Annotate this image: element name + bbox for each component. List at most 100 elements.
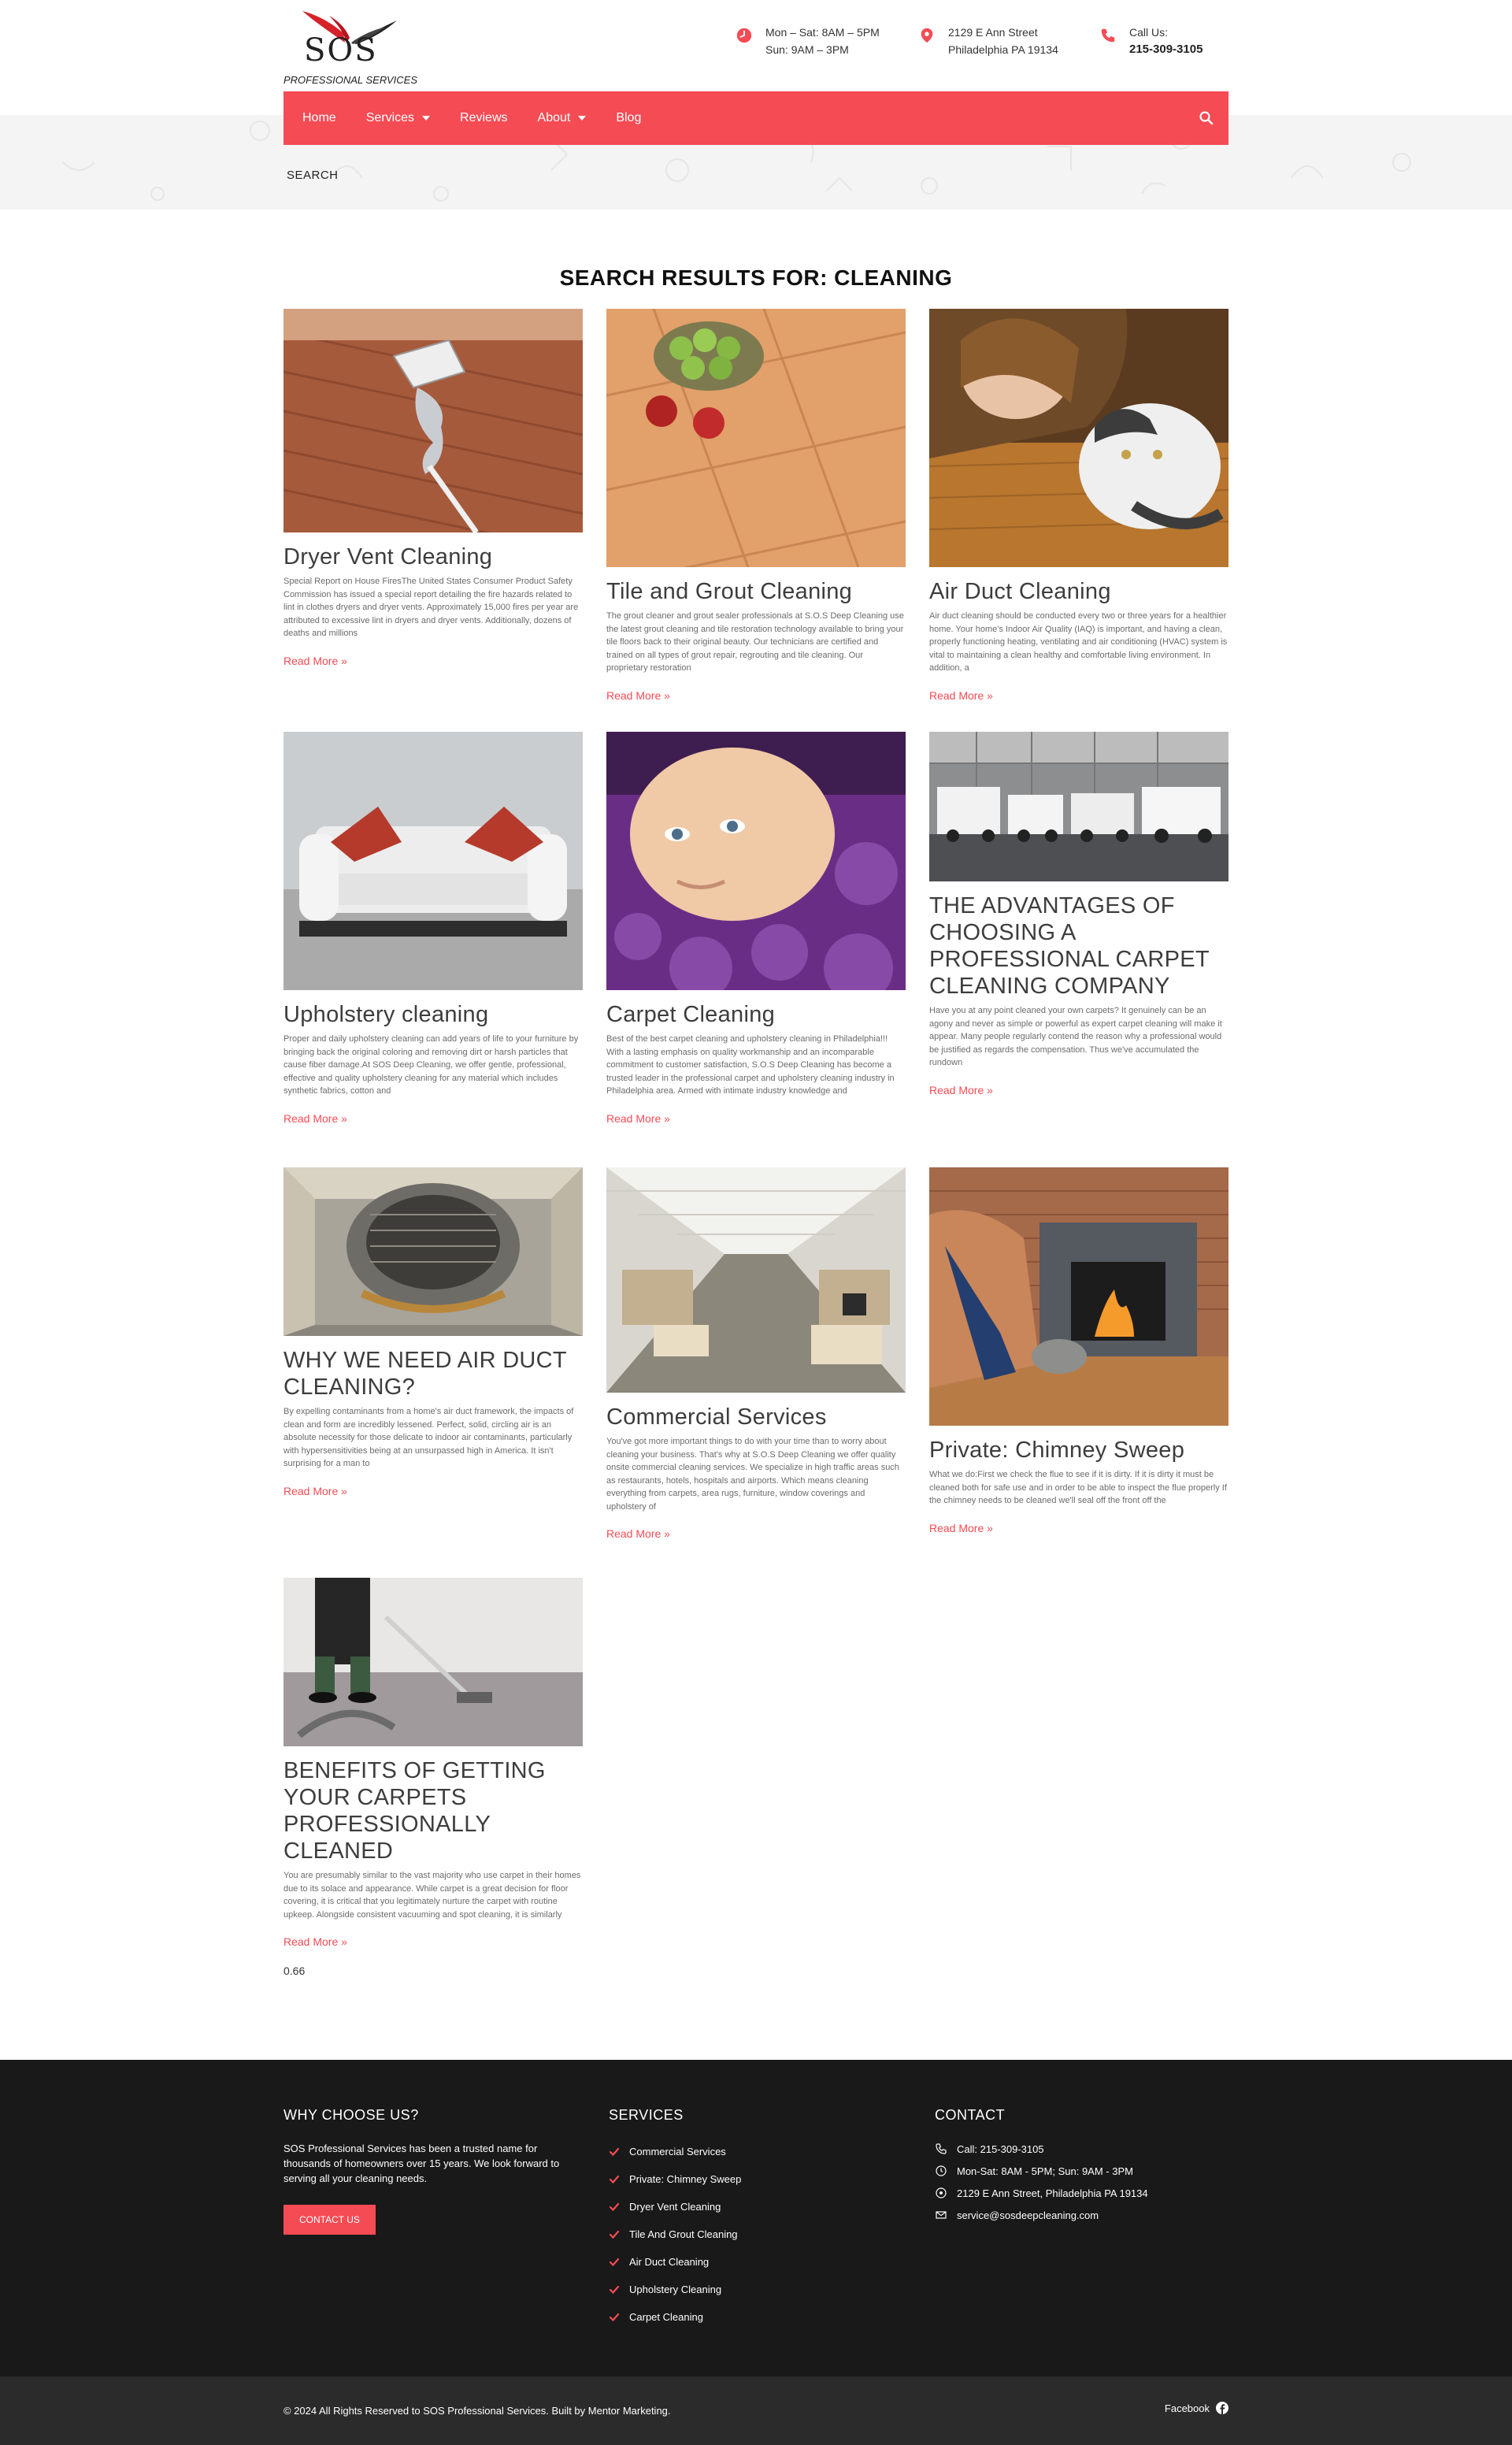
read-more-link[interactable]: Read More » [284,655,347,667]
post-image[interactable] [606,309,906,567]
header-call[interactable]: Call Us: 215-309-3105 [1099,24,1203,58]
page-title: SEARCH RESULTS FOR: CLEANING [559,265,953,290]
footer-services-list: Commercial Services Private: Chimney Swee… [609,2138,741,2331]
post-excerpt: You've got more important things to do w… [606,1437,899,1512]
post-title[interactable]: THE ADVANTAGES OF CHOOSING A PROFESSIONA… [929,892,1228,1000]
nav-home[interactable]: Home [302,111,336,125]
footer-service-link[interactable]: Tile And Grout Cleaning [609,2221,741,2248]
post-title[interactable]: Private: Chimney Sweep [929,1437,1228,1464]
footer-service-link[interactable]: Carpet Cleaning [609,2303,741,2331]
phone-icon [1101,28,1115,43]
footer-service-label: Carpet Cleaning [629,2311,703,2323]
nav-reviews[interactable]: Reviews [460,111,507,125]
check-icon [609,2313,620,2321]
footer-service-label: Private: Chimney Sweep [629,2173,742,2185]
check-icon [609,2285,620,2294]
map-pin-icon [921,28,933,43]
post-image[interactable] [929,309,1228,567]
footer-service-link[interactable]: Private: Chimney Sweep [609,2165,741,2193]
post-image[interactable] [284,1578,583,1746]
post-excerpt: Air duct cleaning should be conducted ev… [929,611,1228,673]
footer-contact-list: Call: 215-309-3105 Mon-Sat: 8AM - 5PM; S… [935,2138,1148,2226]
facebook-icon [1216,2402,1228,2414]
post-image[interactable] [606,1167,906,1393]
call-number[interactable]: 215-309-3105 [1129,41,1203,58]
facebook-link[interactable]: Facebook [1165,2402,1228,2414]
footer-hours-text: Mon-Sat: 8AM - 5PM; Sun: 9AM - 3PM [957,2165,1133,2177]
post-card: Upholstery cleaning Proper and daily uph… [284,732,583,1126]
footer-bottom-bar: © 2024 All Rights Reserved to SOS Profes… [0,2376,1512,2445]
contact-us-button[interactable]: CONTACT US [284,2205,376,2235]
check-icon [609,2147,620,2156]
nav-services[interactable]: Services [366,111,431,125]
map-pin-icon [936,2187,947,2198]
footer-contact-hours: Mon-Sat: 8AM - 5PM; Sun: 9AM - 3PM [935,2160,1148,2182]
check-icon [609,2202,620,2211]
main-nav: Home Services Reviews About Blog [284,91,1228,145]
footer-service-label: Dryer Vent Cleaning [629,2201,721,2213]
post-image[interactable] [284,1167,583,1336]
breadcrumb: SEARCH [287,169,339,182]
post-title[interactable]: Air Duct Cleaning [929,578,1228,605]
post-title[interactable]: Carpet Cleaning [606,1001,906,1028]
footer-why: WHY CHOOSE US? SOS Professional Services… [284,2107,583,2235]
read-more-link[interactable]: Read More » [929,1084,993,1096]
post-card: Tile and Grout Cleaning The grout cleane… [606,309,906,703]
post-image[interactable] [284,309,583,532]
read-more-link[interactable]: Read More » [606,689,670,702]
post-card: THE ADVANTAGES OF CHOOSING A PROFESSIONA… [929,732,1228,1098]
site-logo[interactable]: SOS PROFESSIONAL SERVICES [284,8,417,86]
footer-contact-call[interactable]: Call: 215-309-3105 [935,2138,1148,2160]
post-title[interactable]: BENEFITS OF GETTING YOUR CARPETS PROFESS… [284,1757,583,1864]
post-title[interactable]: Tile and Grout Cleaning [606,578,906,605]
clock-icon [936,2165,947,2176]
read-more-link[interactable]: Read More » [284,1112,347,1125]
post-image[interactable] [929,732,1228,881]
site-header: SOS PROFESSIONAL SERVICES Mon – Sat: 8AM… [0,0,1512,91]
post-excerpt: The grout cleaner and grout sealer profe… [606,611,904,673]
footer-service-link[interactable]: Dryer Vent Cleaning [609,2193,741,2221]
footer-service-link[interactable]: Commercial Services [609,2138,741,2165]
facebook-label: Facebook [1164,2402,1210,2414]
post-image[interactable] [284,732,583,990]
post-image[interactable] [606,732,906,990]
nav-about[interactable]: About [538,111,587,125]
footer-service-link[interactable]: Upholstery Cleaning [609,2276,741,2303]
post-card: Commercial Services You've got more impo… [606,1167,906,1542]
logo-subtitle: PROFESSIONAL SERVICES [284,74,418,86]
read-more-link[interactable]: Read More » [284,1935,347,1948]
check-icon [609,2230,620,2239]
read-more-link[interactable]: Read More » [929,689,993,702]
post-card: WHY WE NEED AIR DUCT CLEANING? By expell… [284,1167,583,1499]
site-footer: WHY CHOOSE US? SOS Professional Services… [0,2060,1512,2376]
footer-why-title: WHY CHOOSE US? [284,2107,419,2123]
post-image[interactable] [929,1167,1228,1426]
post-excerpt: Best of the best carpet cleaning and uph… [606,1034,895,1096]
post-title[interactable]: WHY WE NEED AIR DUCT CLEANING? [284,1347,583,1401]
post-title[interactable]: Upholstery cleaning [284,1001,583,1028]
read-more-link[interactable]: Read More » [929,1522,993,1534]
chevron-down-icon [578,116,587,121]
nav-blog[interactable]: Blog [616,111,641,125]
hours-weekday: Mon – Sat: 8AM – 5PM [765,26,880,39]
nav-blog-label: Blog [616,111,642,124]
search-icon[interactable] [1199,110,1214,126]
footer-services: SERVICES Commercial Services Private: Chi… [609,2107,741,2331]
footer-address-text: 2129 E Ann Street, Philadelphia PA 19134 [957,2187,1148,2199]
read-more-link[interactable]: Read More » [606,1112,670,1125]
logo-wordmark: SOS [304,32,378,69]
post-title[interactable]: Dryer Vent Cleaning [284,544,583,570]
post-title[interactable]: Commercial Services [606,1404,906,1430]
post-card: BENEFITS OF GETTING YOUR CARPETS PROFESS… [284,1578,583,1950]
post-excerpt: You are presumably similar to the vast m… [284,1871,581,1920]
check-icon [609,2258,620,2266]
post-excerpt: What we do:First we check the flue to se… [929,1470,1227,1505]
read-more-link[interactable]: Read More » [606,1527,670,1540]
footer-service-link[interactable]: Air Duct Cleaning [609,2248,741,2276]
post-excerpt: By expelling contaminants from a home's … [284,1407,574,1468]
address-city: Philadelphia PA 19134 [948,43,1058,56]
read-more-link[interactable]: Read More » [284,1485,347,1497]
footer-contact-email[interactable]: service@sosdeepcleaning.com [935,2204,1148,2226]
footer-service-label: Commercial Services [629,2146,726,2157]
call-label: Call Us: [1129,26,1169,39]
